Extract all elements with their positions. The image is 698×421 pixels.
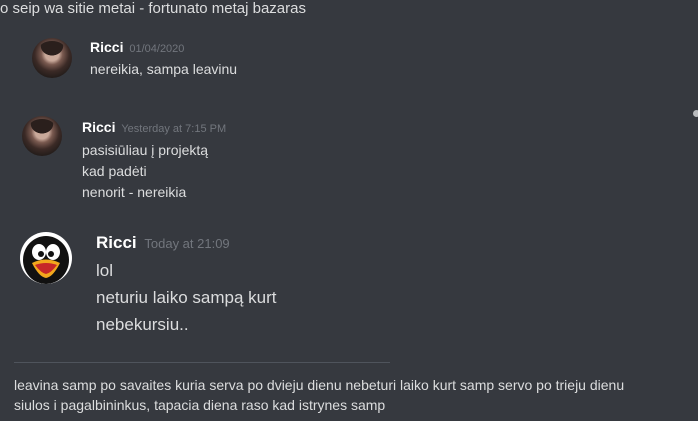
message-line: lol [96, 261, 114, 280]
context-message-text: o seip wa sitie metai - fortunato metaj … [0, 0, 306, 17]
message-line: nenorit - nereikia [82, 184, 187, 200]
message-text-line: leavina samp po savaites kuria serva po … [14, 377, 625, 393]
message-author[interactable]: Ricci [82, 119, 115, 135]
message-2: Ricci Yesterday at 7:15 PM pasisiūliau į… [20, 114, 670, 210]
message-line: nereikia, sampa leavinu [90, 61, 238, 77]
message-1: Ricci 01/04/2020 nereikia, sampa leavinu [30, 36, 670, 86]
message-author[interactable]: Ricci [96, 233, 137, 252]
message-author[interactable]: Ricci [90, 39, 123, 55]
message-text-line: siulos i pagalbininkus, tapacia diena ra… [14, 397, 386, 413]
message-3: Ricci Today at 21:09 lol neturiu laiko s… [20, 230, 670, 340]
message-timestamp: Yesterday at 7:15 PM [121, 123, 227, 135]
edge-dot-icon [693, 110, 698, 117]
message-line: neturiu laiko sampą kurt [96, 288, 277, 307]
message-line: kad padėti [82, 163, 147, 179]
message-timestamp: Today at 21:09 [144, 236, 230, 251]
photo-avatar-icon[interactable] [32, 38, 72, 78]
penguin-avatar-icon[interactable] [20, 232, 72, 284]
message-line: pasisiūliau į projektą [82, 142, 209, 158]
photo-avatar-icon[interactable] [22, 116, 62, 156]
divider [14, 362, 390, 363]
message-timestamp: 01/04/2020 [129, 43, 185, 55]
message-text: leavina samp po savaites kuria serva po … [14, 375, 624, 415]
message-line: nebekursiu.. [96, 315, 189, 334]
